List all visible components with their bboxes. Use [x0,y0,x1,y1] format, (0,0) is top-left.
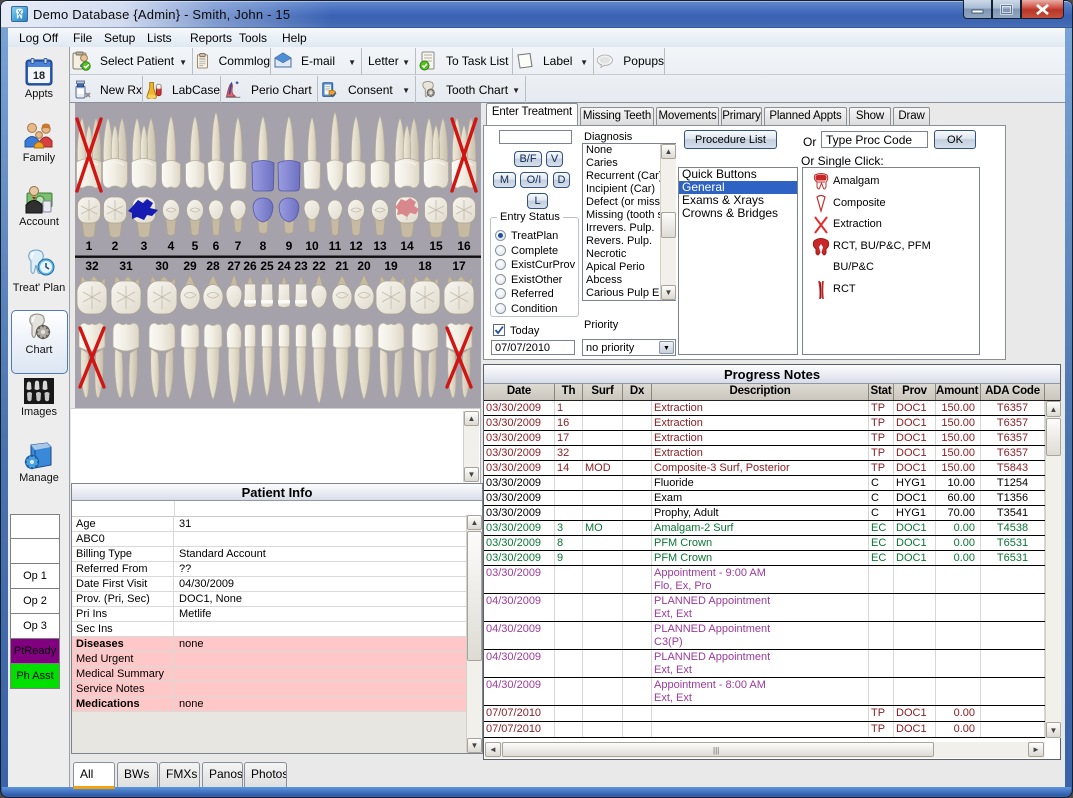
svg-text:5: 5 [192,239,199,253]
svg-text:23: 23 [294,259,308,273]
svg-text:18: 18 [33,70,45,82]
svg-text:8: 8 [260,239,267,253]
svg-text:27: 27 [227,259,241,273]
svg-text:26: 26 [243,259,257,273]
svg-text:15: 15 [429,239,443,253]
svg-text:20: 20 [357,259,371,273]
svg-text:4: 4 [168,239,175,253]
svg-text:28: 28 [206,259,220,273]
svg-text:16: 16 [457,239,471,253]
svg-text:10: 10 [305,239,319,253]
svg-text:18: 18 [418,259,432,273]
svg-text:19: 19 [384,259,398,273]
svg-text:13: 13 [373,239,387,253]
svg-text:32: 32 [85,259,99,273]
svg-text:22: 22 [312,259,326,273]
svg-text:25: 25 [260,259,274,273]
svg-text:9: 9 [286,239,293,253]
svg-text:11: 11 [329,239,342,253]
svg-text:1: 1 [86,239,93,253]
svg-text:24: 24 [277,259,291,273]
svg-text:21: 21 [335,259,349,273]
svg-text:17: 17 [452,259,466,273]
svg-text:12: 12 [349,239,363,253]
svg-text:3: 3 [141,239,148,253]
svg-text:29: 29 [183,259,197,273]
svg-text:31: 31 [119,259,133,273]
svg-text:6: 6 [213,239,220,253]
svg-text:30: 30 [155,259,169,273]
svg-text:2: 2 [112,239,119,253]
svg-text:14: 14 [400,239,414,253]
svg-text:7: 7 [235,239,242,253]
